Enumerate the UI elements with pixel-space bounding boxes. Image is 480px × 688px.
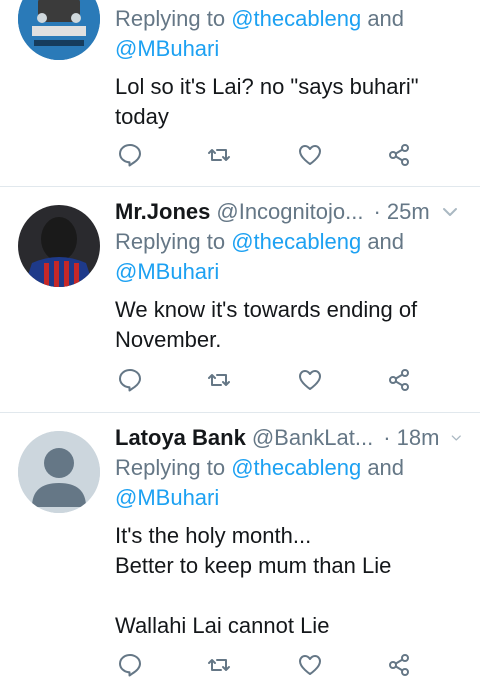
replying-to: Replying to @thecableng and @MBuhari bbox=[115, 227, 462, 287]
display-name[interactable]: Mr.Jones bbox=[115, 197, 210, 227]
heart-icon bbox=[299, 370, 321, 390]
timestamp: · 25m bbox=[373, 199, 430, 224]
avatar[interactable] bbox=[18, 205, 100, 287]
share-icon bbox=[389, 369, 409, 391]
share-button[interactable] bbox=[384, 140, 414, 170]
tweet-text-blank-line bbox=[115, 581, 462, 611]
avatar-image bbox=[18, 205, 100, 287]
default-avatar[interactable] bbox=[18, 431, 100, 513]
mention-link[interactable]: @MBuhari bbox=[115, 485, 219, 510]
tweet-text-line: Better to keep mum than Lie bbox=[115, 553, 392, 578]
chevron-down-icon[interactable] bbox=[451, 430, 462, 446]
replying-to-label: Replying to bbox=[115, 6, 226, 31]
reply-icon bbox=[119, 369, 141, 392]
reply-icon bbox=[119, 144, 141, 167]
replying-to-and: and bbox=[367, 455, 405, 480]
like-button[interactable] bbox=[295, 650, 325, 680]
replying-to-label: Replying to bbox=[115, 229, 226, 254]
tweet-header: Latoya Bank @BankLat... · 18m bbox=[115, 423, 462, 453]
replying-to-label: Replying to bbox=[115, 455, 226, 480]
like-button[interactable] bbox=[295, 140, 325, 170]
replying-to-and: and bbox=[367, 6, 405, 31]
mention-link[interactable]: @thecableng bbox=[231, 6, 361, 31]
tweet-actions bbox=[115, 650, 415, 680]
like-button[interactable] bbox=[295, 365, 325, 395]
avatar[interactable] bbox=[18, 0, 100, 60]
retweet-icon bbox=[208, 659, 230, 671]
share-icon bbox=[389, 144, 409, 166]
tweet-text-line: Wallahi Lai cannot Lie bbox=[115, 613, 330, 638]
replying-to: Replying to @thecableng and @MBuhari bbox=[115, 4, 462, 64]
chevron-down-icon[interactable] bbox=[442, 204, 458, 220]
tweet-card[interactable]: Mr.Jones @Incognitojo... · 25m Replying … bbox=[0, 187, 480, 412]
tweet-card[interactable]: Replying to @thecableng and @MBuhari Lol… bbox=[0, 0, 480, 186]
tweet-card[interactable]: Latoya Bank @BankLat... · 18m Replying t… bbox=[0, 413, 480, 688]
heart-icon bbox=[299, 655, 321, 675]
heart-icon bbox=[299, 145, 321, 165]
retweet-icon bbox=[208, 149, 230, 161]
tweet-actions bbox=[115, 365, 415, 395]
retweet-button[interactable] bbox=[204, 140, 234, 170]
tweet-header: Mr.Jones @Incognitojo... · 25m bbox=[115, 197, 462, 227]
user-handle[interactable]: @Incognitojo... bbox=[216, 197, 363, 227]
share-icon bbox=[389, 654, 409, 676]
tweet-text: It's the holy month... Better to keep mu… bbox=[115, 521, 462, 641]
reply-button[interactable] bbox=[115, 365, 145, 395]
tweet-text-line: today bbox=[115, 104, 169, 129]
tweet-text: We know it's towards ending of November. bbox=[115, 295, 462, 355]
share-button[interactable] bbox=[384, 650, 414, 680]
retweet-icon bbox=[208, 374, 230, 386]
share-button[interactable] bbox=[384, 365, 414, 395]
mention-link[interactable]: @thecableng bbox=[231, 455, 361, 480]
default-avatar-icon bbox=[18, 431, 100, 513]
user-handle[interactable]: @BankLat... bbox=[252, 423, 373, 453]
reply-button[interactable] bbox=[115, 140, 145, 170]
reply-button[interactable] bbox=[115, 650, 145, 680]
tweet-text: Lol so it's Lai? no "says buhari" today bbox=[115, 72, 462, 132]
retweet-button[interactable] bbox=[204, 365, 234, 395]
timestamp: · 18m bbox=[383, 425, 440, 450]
tweet-text-line: It's the holy month... bbox=[115, 523, 312, 548]
tweet-text-line: November. bbox=[115, 327, 222, 352]
mention-link[interactable]: @thecableng bbox=[231, 229, 361, 254]
tweet-actions bbox=[115, 140, 415, 170]
mention-link[interactable]: @MBuhari bbox=[115, 36, 219, 61]
tweet-text-line: Lol so it's Lai? no "says buhari" bbox=[115, 74, 419, 99]
reply-icon bbox=[119, 654, 141, 677]
replying-to: Replying to @thecableng and @MBuhari bbox=[115, 453, 462, 513]
display-name[interactable]: Latoya Bank bbox=[115, 423, 246, 453]
tweet-text-line: We know it's towards ending of bbox=[115, 297, 418, 322]
retweet-button[interactable] bbox=[204, 650, 234, 680]
replying-to-and: and bbox=[367, 229, 405, 254]
avatar-image bbox=[18, 0, 100, 60]
mention-link[interactable]: @MBuhari bbox=[115, 259, 219, 284]
